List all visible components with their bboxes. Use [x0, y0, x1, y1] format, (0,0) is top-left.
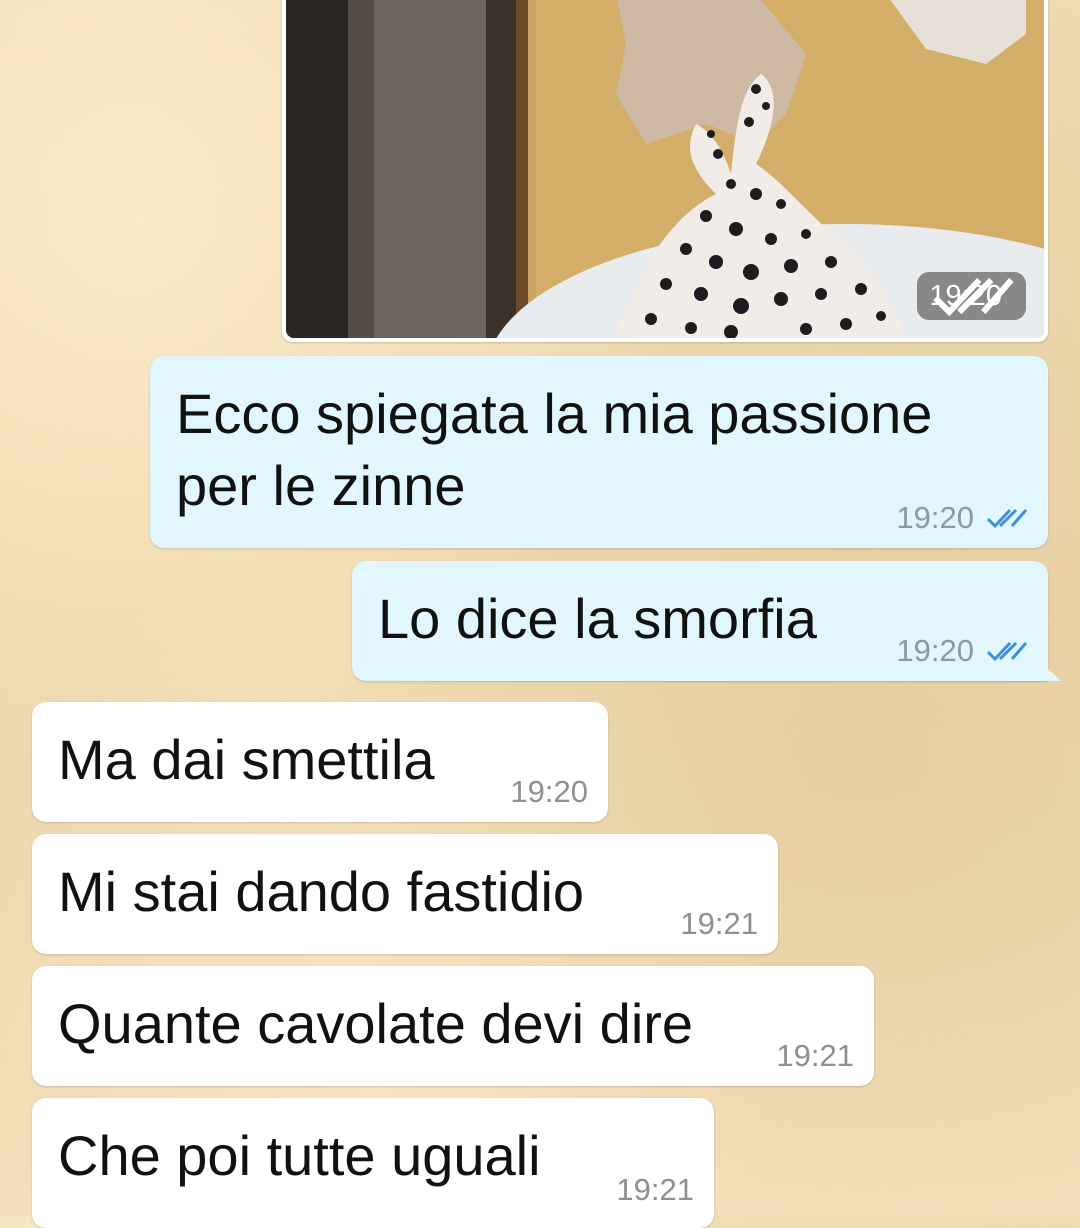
message-text: Quante cavolate devi dire: [58, 992, 694, 1055]
message-meta: 19:21: [680, 906, 758, 942]
incoming-message[interactable]: Che poi tutte uguali 19:21: [32, 1098, 714, 1228]
message-time: 19:21: [776, 1038, 854, 1073]
outgoing-message[interactable]: Ecco spiegata la mia passione per le zin…: [150, 356, 1048, 548]
double-check-read-icon: [984, 506, 1028, 530]
message-text: Lo dice la smorfia: [378, 587, 817, 650]
message-time: 19:20: [510, 774, 588, 809]
incoming-message[interactable]: Ma dai smettila 19:20: [32, 702, 608, 822]
message-text: Che poi tutte uguali: [58, 1124, 541, 1187]
outgoing-message[interactable]: Lo dice la smorfia 19:20: [352, 561, 1062, 681]
message-meta: 19:21: [776, 1038, 854, 1074]
message-time: 19:21: [616, 1172, 694, 1207]
message-meta: 19:21: [616, 1172, 694, 1208]
chat-area: 19:20 Ecco spiegata la mia passione per …: [0, 0, 1080, 1228]
image-message[interactable]: 19:20: [282, 0, 1048, 342]
message-meta: 19:20: [896, 500, 1028, 536]
photo-thumbnail[interactable]: 19:20: [286, 0, 1044, 338]
message-time: 19:20: [896, 633, 974, 668]
double-check-read-icon: [984, 639, 1028, 663]
message-text: Ecco spiegata la mia passione per le zin…: [176, 382, 933, 517]
message-meta: 19:20: [510, 774, 588, 810]
message-text: Ma dai smettila: [58, 728, 435, 791]
incoming-message[interactable]: Mi stai dando fastidio 19:21: [32, 834, 778, 954]
message-time: 19:20: [896, 500, 974, 535]
incoming-message[interactable]: Quante cavolate devi dire 19:21: [32, 966, 874, 1086]
message-text: Mi stai dando fastidio: [58, 860, 585, 923]
bubble-tail: [1038, 659, 1062, 681]
photo-meta: 19:20: [917, 272, 1026, 320]
message-meta: 19:20: [896, 633, 1028, 669]
message-time: 19:21: [680, 906, 758, 941]
